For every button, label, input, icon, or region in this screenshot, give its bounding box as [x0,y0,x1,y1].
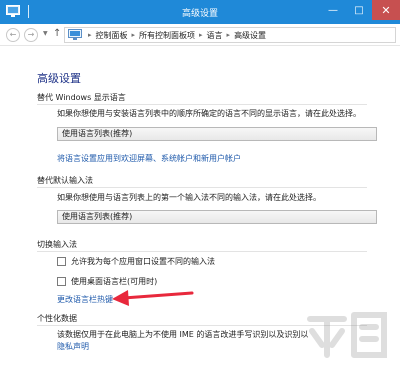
settings-content: 高级设置 替代 Windows 显示语言 如果你想使用与安装语言列表中的顺序所确… [0,47,400,368]
up-arrow-icon: ↑ [53,28,62,39]
forward-arrow-icon: → [27,30,35,39]
breadcrumb-item[interactable]: 高级设置 [234,30,266,41]
close-icon: ✕ [381,3,391,17]
up-button[interactable]: ↑ [53,28,61,39]
control-panel-icon [68,29,82,40]
navigation-bar: ← → ▼ ↑ ▸ 控制面板 ▸ 所有控制面板项 ▸ 语言 ▸ 高级设置 [0,24,400,46]
breadcrumb-item[interactable]: 语言 [207,30,223,41]
title-bar: 高级设置 — □ ✕ [0,0,400,24]
breadcrumb-item[interactable]: 所有控制面板项 [139,30,195,41]
breadcrumb-separator: ▸ [88,31,92,39]
chevron-down-icon: ▼ [43,30,48,37]
breadcrumb-separator: ▸ [199,31,203,39]
address-bar[interactable]: ▸ 控制面板 ▸ 所有控制面板项 ▸ 语言 ▸ 高级设置 [64,27,396,43]
breadcrumb-separator: ▸ [131,31,136,39]
breadcrumb-item[interactable]: 控制面板 [96,30,128,41]
back-arrow-icon: ← [9,30,17,39]
watermark-logo [307,312,387,358]
maximize-icon: □ [354,4,364,16]
breadcrumb-separator: ▸ [226,31,231,39]
close-button[interactable]: ✕ [372,0,400,20]
back-button[interactable]: ← [6,28,20,42]
minimize-button[interactable]: — [320,0,346,20]
forward-button[interactable]: → [24,28,38,42]
maximize-button[interactable]: □ [346,0,372,20]
recent-locations-dropdown[interactable]: ▼ [43,30,48,37]
minimize-icon: — [328,4,338,16]
